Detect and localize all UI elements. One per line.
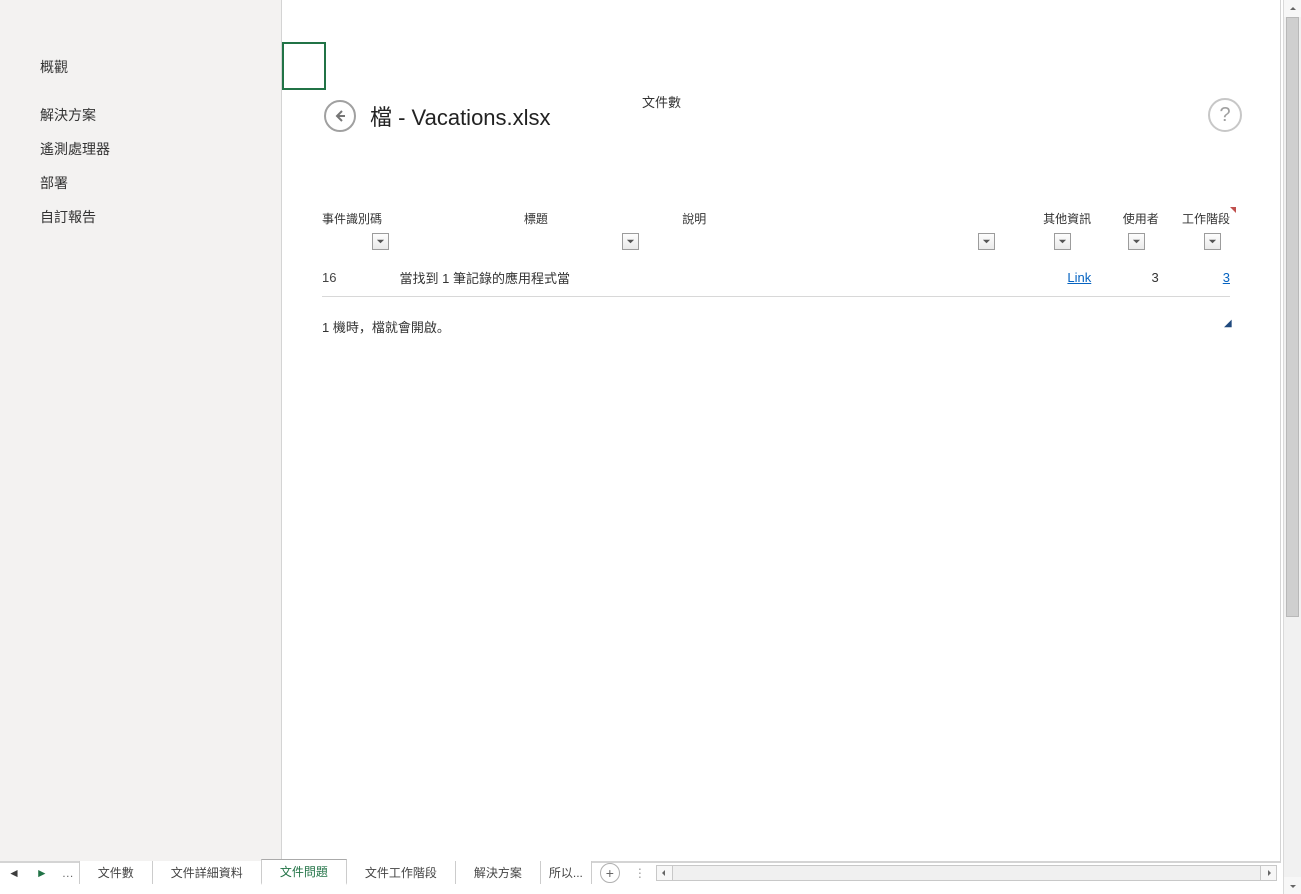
filter-id-button[interactable]: [372, 233, 389, 250]
active-cell[interactable]: [282, 42, 326, 90]
tab-doc-issues[interactable]: 文件問題: [261, 859, 347, 885]
add-sheet-button[interactable]: +: [600, 863, 620, 883]
col-header-stage: 工作階段: [1159, 210, 1230, 227]
tab-doc-sessions[interactable]: 文件工作階段: [346, 861, 456, 884]
cell-link[interactable]: Link: [992, 270, 1091, 285]
filter-desc-button[interactable]: [978, 233, 995, 250]
filter-stage-button[interactable]: [1204, 233, 1221, 250]
col-header-id: 事件識別碼: [322, 210, 390, 227]
cell-stage[interactable]: 3: [1159, 270, 1230, 285]
footer-note: 1 機時，檔就會開啟。: [322, 317, 1230, 336]
tab-drag-handle-icon[interactable]: ⋮: [628, 866, 652, 880]
horizontal-scrollbar[interactable]: [656, 865, 1277, 881]
main-content: 文件數 檔 - Vacations.xlsx ? 事件識別碼 標題 說明 其他資…: [282, 0, 1280, 861]
col-header-desc: 說明: [682, 210, 992, 227]
hscroll-track[interactable]: [673, 866, 1260, 880]
hscroll-left-button[interactable]: [657, 866, 673, 880]
filter-other-button[interactable]: [1054, 233, 1071, 250]
sidebar-item-deploy[interactable]: 部署: [0, 166, 281, 200]
vscroll-thumb[interactable]: [1286, 17, 1299, 617]
vertical-scrollbar[interactable]: [1283, 0, 1301, 894]
sidebar-item-reports[interactable]: 自訂報告: [0, 200, 281, 234]
cell-user: 3: [1091, 270, 1158, 285]
vscroll-down-button[interactable]: [1284, 877, 1301, 894]
sheet-nav-next[interactable]: ►: [28, 866, 56, 880]
breadcrumb: 文件數: [642, 92, 681, 111]
cell-title: 當找到 1 筆記錄的應用程式當: [389, 270, 611, 288]
cell-id: 16: [322, 270, 389, 285]
filter-user-button[interactable]: [1128, 233, 1145, 250]
tab-doc-details[interactable]: 文件詳細資料: [152, 861, 262, 884]
table-row: 16 當找到 1 筆記錄的應用程式當 Link 3 3: [322, 267, 1230, 297]
filter-title-button[interactable]: [622, 233, 639, 250]
help-button[interactable]: ?: [1208, 98, 1242, 132]
col-header-user: 使用者: [1091, 210, 1159, 227]
col-header-other: 其他資訊: [992, 210, 1091, 227]
tab-doc-count[interactable]: 文件數: [79, 861, 153, 884]
sheet-nav-menu[interactable]: …: [56, 866, 80, 880]
sheet-nav-prev[interactable]: ◄: [0, 866, 28, 880]
back-button[interactable]: [324, 100, 356, 132]
tab-more[interactable]: 所以...: [540, 861, 592, 884]
resize-handle-icon[interactable]: ◢: [1224, 318, 1230, 324]
comment-indicator-icon: [1230, 207, 1236, 213]
sidebar-item-telemetry[interactable]: 遙測處理器: [0, 132, 281, 166]
sidebar-item-solutions[interactable]: 解決方案: [0, 98, 281, 132]
sidebar: 概觀 解決方案 遙測處理器 部署 自訂報告: [0, 0, 282, 861]
hscroll-right-button[interactable]: [1260, 866, 1276, 880]
vscroll-track[interactable]: [1284, 17, 1301, 877]
vscroll-up-button[interactable]: [1284, 0, 1301, 17]
tab-solutions[interactable]: 解決方案: [455, 861, 541, 884]
sheet-tab-bar: ◄ ► … 文件數 文件詳細資料 文件問題 文件工作階段 解決方案 所以... …: [0, 862, 1281, 882]
col-header-title: 標題: [390, 210, 683, 227]
page-title: 檔 - Vacations.xlsx: [370, 100, 551, 132]
sidebar-item-overview[interactable]: 概觀: [0, 50, 281, 84]
